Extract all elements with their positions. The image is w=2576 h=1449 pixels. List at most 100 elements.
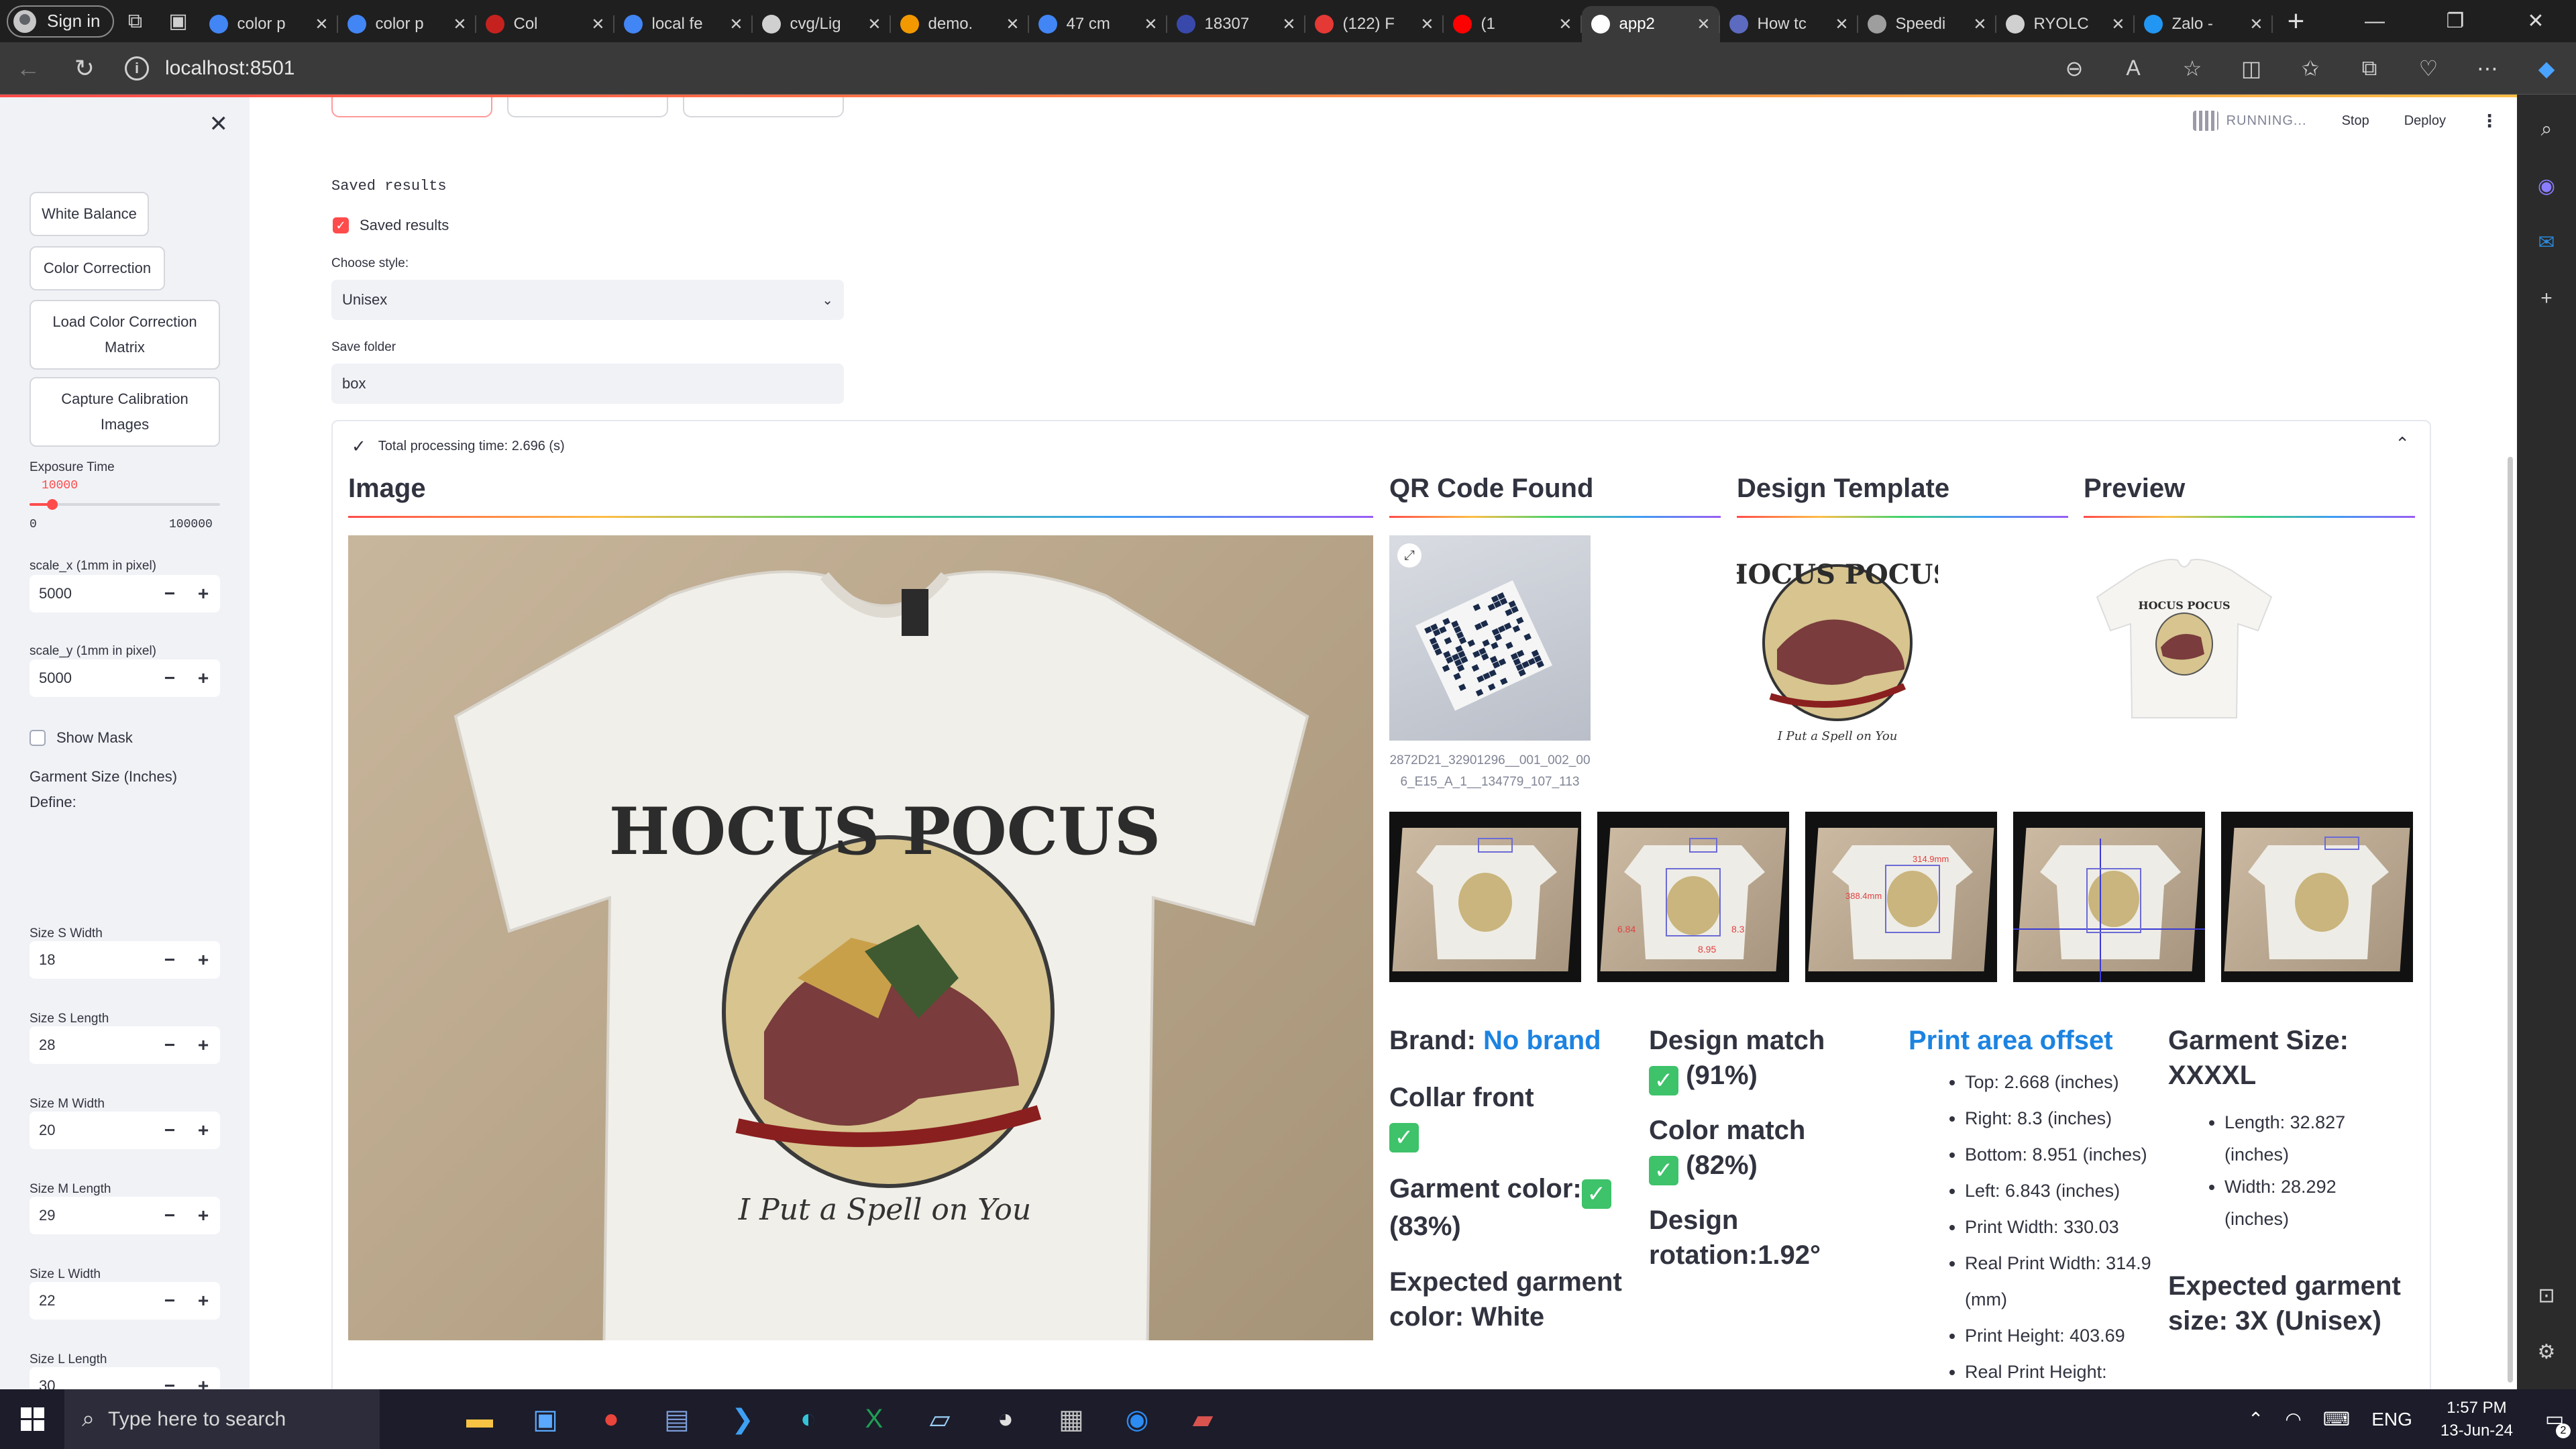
size-increment[interactable]: + [186, 1205, 220, 1226]
close-window-icon[interactable]: ✕ [2496, 0, 2576, 42]
size-value[interactable]: 29 [30, 1207, 153, 1224]
deploy-button[interactable]: Deploy [2404, 113, 2446, 129]
browser-tab[interactable]: cvg/Lig ✕ [753, 6, 891, 42]
close-tab-icon[interactable]: ✕ [315, 15, 328, 34]
size-input[interactable]: 28− + [30, 1026, 220, 1064]
browser-tab[interactable]: RYOLC ✕ [1996, 6, 2135, 42]
browser-tab[interactable]: Zalo - ✕ [2135, 6, 2273, 42]
size-input[interactable]: 20− + [30, 1112, 220, 1149]
notifications-icon[interactable]: ▭ 2 [2533, 1389, 2576, 1449]
size-decrement[interactable]: − [153, 1120, 186, 1141]
close-tab-icon[interactable]: ✕ [1697, 15, 1710, 34]
size-input[interactable]: 22− + [30, 1282, 220, 1320]
restore-icon[interactable]: ❐ [2415, 0, 2496, 42]
split-screen-icon[interactable]: ◫ [2222, 56, 2281, 81]
outlook-icon[interactable]: ✉ [2528, 223, 2565, 261]
favorites-icon[interactable]: ✩ [2281, 56, 2340, 81]
browser-tab[interactable]: (122) F ✕ [1305, 6, 1444, 42]
page-scrollbar[interactable] [2508, 457, 2513, 1383]
close-tab-icon[interactable]: ✕ [591, 15, 604, 34]
browser-tab[interactable]: 47 cm ✕ [1029, 6, 1167, 42]
browser-tab[interactable]: Col ✕ [476, 6, 614, 42]
size-increment[interactable]: + [186, 949, 220, 971]
more-icon[interactable]: ⋯ [2458, 56, 2517, 81]
size-increment[interactable]: + [186, 1120, 220, 1141]
close-tab-icon[interactable]: ✕ [1282, 15, 1295, 34]
app-icon[interactable]: ▤ [644, 1389, 710, 1449]
size-decrement[interactable]: − [153, 1034, 186, 1056]
close-tab-icon[interactable]: ✕ [453, 15, 466, 34]
checkbox-empty-icon[interactable] [30, 730, 46, 746]
keyboard-icon[interactable]: ⌨ [2323, 1408, 2350, 1430]
size-value[interactable]: 18 [30, 951, 153, 969]
load-ccm-button[interactable]: Load Color Correction Matrix [30, 300, 220, 370]
wifi-icon[interactable]: ◠ [2285, 1408, 2301, 1430]
notepad-icon[interactable]: ▱ [907, 1389, 973, 1449]
paint-icon[interactable]: ◕ [973, 1389, 1038, 1449]
size-increment[interactable]: + [186, 1375, 220, 1389]
minimize-icon[interactable]: — [2334, 0, 2415, 42]
size-decrement[interactable]: − [153, 1290, 186, 1311]
close-sidebar-icon[interactable]: ✕ [209, 111, 229, 138]
back-icon[interactable]: ← [0, 54, 56, 83]
chevron-down-icon[interactable]: ⌄ [822, 292, 833, 309]
scale-x-increment[interactable]: + [186, 583, 220, 604]
browser-tab[interactable]: color p ✕ [200, 6, 338, 42]
copilot-icon[interactable]: ◆ [2517, 56, 2576, 81]
size-value[interactable]: 22 [30, 1292, 153, 1309]
close-tab-icon[interactable]: ✕ [1835, 15, 1848, 34]
close-tab-icon[interactable]: ✕ [2249, 15, 2263, 34]
scale-x-value[interactable]: 5000 [30, 585, 153, 602]
exposure-slider-handle[interactable] [47, 499, 58, 510]
saved-results-checkbox[interactable]: ✓ Saved results [333, 217, 449, 234]
scale-y-increment[interactable]: + [186, 667, 220, 689]
new-tab-button[interactable]: + [2273, 0, 2320, 42]
clock[interactable]: 1:57 PM 13-Jun-24 [2440, 1397, 2513, 1442]
favorite-star-icon[interactable]: ☆ [2163, 56, 2222, 81]
scale-y-decrement[interactable]: − [153, 667, 186, 689]
top-button-2[interactable] [507, 97, 668, 117]
collections-icon[interactable]: ⧉ [2340, 56, 2399, 81]
flag-app-icon[interactable]: ▰ [1170, 1389, 1236, 1449]
zoom-icon[interactable]: ⊖ [2045, 56, 2104, 81]
browser-tab[interactable]: Speedi ✕ [1858, 6, 1996, 42]
size-increment[interactable]: + [186, 1034, 220, 1056]
edge-icon[interactable]: ◐ [775, 1389, 841, 1449]
scale-y-value[interactable]: 5000 [30, 669, 153, 687]
size-decrement[interactable]: − [153, 1375, 186, 1389]
start-button[interactable] [0, 1407, 64, 1431]
show-mask-checkbox[interactable]: Show Mask [30, 729, 133, 747]
add-sidebar-app-icon[interactable]: + [2528, 280, 2565, 317]
stop-button[interactable]: Stop [2342, 113, 2369, 129]
top-button-1[interactable] [331, 97, 492, 117]
close-tab-icon[interactable]: ✕ [729, 15, 743, 34]
size-decrement[interactable]: − [153, 1205, 186, 1226]
taskbar-search[interactable]: ⌕ Type here to search [64, 1389, 380, 1449]
size-value[interactable]: 20 [30, 1122, 153, 1139]
browser-tab[interactable]: color p ✕ [338, 6, 476, 42]
settings-gear-icon[interactable]: ⚙ [2528, 1333, 2565, 1371]
close-tab-icon[interactable]: ✕ [1558, 15, 1572, 34]
close-tab-icon[interactable]: ✕ [1420, 15, 1434, 34]
close-tab-icon[interactable]: ✕ [1006, 15, 1019, 34]
top-button-3[interactable] [683, 97, 844, 117]
size-increment[interactable]: + [186, 1290, 220, 1311]
close-tab-icon[interactable]: ✕ [1144, 15, 1157, 34]
tab-actions-icon[interactable]: ▣ [157, 0, 200, 42]
search-icon[interactable]: ⌕ [2528, 111, 2565, 148]
chrome-icon[interactable]: ● [578, 1389, 644, 1449]
browser-tab[interactable]: How tc ✕ [1720, 6, 1858, 42]
calculator-icon[interactable]: ▦ [1038, 1389, 1104, 1449]
color-correction-button[interactable]: Color Correction [30, 246, 165, 290]
size-decrement[interactable]: − [153, 949, 186, 971]
size-input[interactable]: 30− + [30, 1367, 220, 1389]
store-icon[interactable]: ▣ [513, 1389, 578, 1449]
chevron-up-icon[interactable]: ⌃ [2395, 433, 2410, 454]
close-tab-icon[interactable]: ✕ [867, 15, 881, 34]
language-indicator[interactable]: ENG [2371, 1409, 2412, 1430]
scale-x-input[interactable]: 5000 − + [30, 575, 220, 612]
chevron-up-icon[interactable]: ⌃ [2248, 1408, 2263, 1430]
site-info-icon[interactable]: i [125, 56, 149, 80]
checkbox-checked-icon[interactable]: ✓ [333, 217, 349, 233]
browser-essentials-icon[interactable]: ♡ [2399, 56, 2458, 81]
